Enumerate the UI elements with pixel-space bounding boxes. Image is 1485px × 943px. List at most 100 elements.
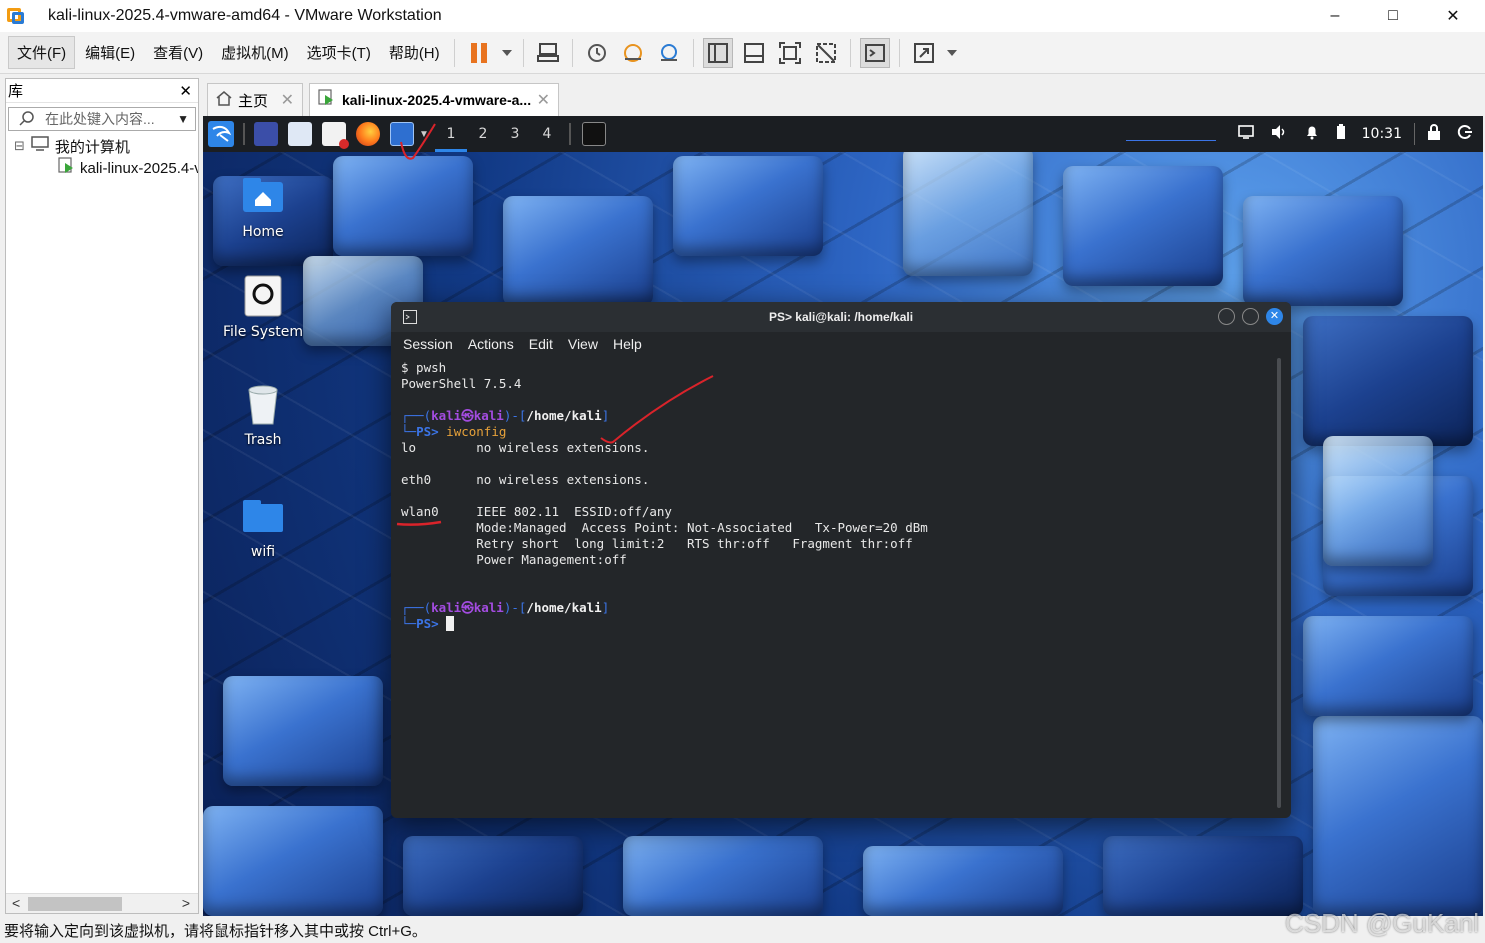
desktop-icon-file-system[interactable]: File System	[208, 274, 318, 340]
terminal-menu-edit[interactable]: Edit	[529, 336, 553, 352]
tab-home[interactable]: 主页 ✕	[207, 83, 303, 116]
revert-snapshot-icon[interactable]	[618, 38, 648, 68]
chevron-down-icon[interactable]	[500, 38, 514, 68]
pause-vm-button[interactable]	[464, 38, 494, 68]
workspace-2[interactable]: 2	[467, 116, 499, 152]
tab-close-icon[interactable]: ✕	[281, 90, 294, 110]
terminal-menu-actions[interactable]: Actions	[468, 336, 514, 352]
desktop-icon-label: wifi	[250, 544, 276, 560]
volume-icon[interactable]	[1270, 124, 1288, 144]
library-header: 库 ✕	[6, 79, 198, 103]
terminal-minimize-button[interactable]	[1218, 308, 1235, 325]
snapshot-manager-icon[interactable]	[654, 38, 684, 68]
close-button[interactable]: ✕	[1424, 0, 1482, 32]
tree-item-kali-vm[interactable]: kali-linux-2025.4-vmware-amd64	[6, 157, 198, 179]
library-close-icon[interactable]: ✕	[179, 82, 192, 100]
tree-expander-icon[interactable]: ⊟	[14, 138, 25, 154]
snapshot-icon[interactable]	[582, 38, 612, 68]
search-icon	[19, 110, 37, 129]
toolbar-separator	[692, 38, 694, 67]
scroll-right-icon[interactable]: >	[182, 895, 190, 911]
cpu-graph	[1125, 127, 1216, 141]
desktop-icon-label: Home	[242, 224, 284, 240]
terminal-menu-session[interactable]: Session	[403, 336, 453, 352]
notification-bell-icon[interactable]	[1304, 124, 1320, 144]
vm-running-icon	[58, 157, 76, 179]
show-library-icon[interactable]	[702, 37, 733, 68]
title-bar: kali-linux-2025.4-vmware-amd64 - VMware …	[0, 0, 1485, 32]
menu-view[interactable]: 查看(V)	[145, 37, 211, 68]
toolbar-separator	[571, 38, 573, 67]
lock-icon[interactable]	[1427, 124, 1441, 144]
desktop-icon-label: Trash	[244, 432, 282, 448]
full-screen-icon[interactable]	[775, 38, 805, 68]
terminal-menu-help[interactable]: Help	[613, 336, 642, 352]
menu-help[interactable]: 帮助(H)	[381, 37, 448, 68]
unity-mode-icon[interactable]	[811, 38, 841, 68]
workspace-3[interactable]: 3	[499, 116, 531, 152]
trash-icon	[241, 382, 285, 426]
toolbar-separator	[898, 38, 900, 67]
show-desktop-icon[interactable]	[254, 122, 278, 146]
text-cursor	[446, 616, 455, 631]
menu-file[interactable]: 文件(F)	[8, 36, 76, 69]
file-manager-icon[interactable]	[288, 122, 312, 146]
terminal-title: PS> kali@kali: /home/kali	[768, 310, 914, 324]
desktop-icon-home[interactable]: Home	[208, 174, 318, 240]
tab-close-icon[interactable]: ✕	[537, 90, 550, 110]
terminal-window-button[interactable]	[581, 122, 606, 146]
toolbar-separator	[522, 38, 524, 67]
wallpaper-cube	[1243, 196, 1403, 306]
text-editor-icon[interactable]	[322, 122, 349, 149]
desktop-icon-wifi[interactable]: wifi	[208, 494, 318, 560]
minimize-button[interactable]: –	[1306, 0, 1364, 32]
wallpaper-cube	[333, 156, 473, 256]
library-title: 库	[8, 83, 24, 100]
panel-clock[interactable]: 10:31	[1362, 126, 1402, 142]
menu-tabs[interactable]: 选项卡(T)	[299, 37, 379, 68]
network-icon[interactable]	[1237, 125, 1254, 143]
tab-kali-vm[interactable]: kali-linux-2025.4-vmware-a... ✕	[309, 83, 559, 116]
terminal-close-button[interactable]: ✕	[1266, 308, 1283, 325]
logout-icon[interactable]	[1457, 124, 1473, 144]
send-ctrl-alt-del-icon[interactable]	[533, 38, 563, 68]
wallpaper-cube	[1103, 836, 1303, 916]
tab-label: 主页	[238, 92, 269, 110]
menu-vm[interactable]: 虚拟机(M)	[213, 37, 297, 68]
terminal-maximize-button[interactable]	[1242, 308, 1259, 325]
console-view-icon[interactable]	[859, 37, 890, 68]
chevron-down-icon[interactable]	[945, 38, 959, 68]
wallpaper-cube	[863, 846, 1063, 916]
menu-edit[interactable]: 编辑(E)	[77, 37, 143, 68]
desktop-icon-label: File System	[222, 324, 304, 340]
command-line: └─PS>	[401, 616, 1261, 632]
wallpaper-cube	[623, 836, 823, 916]
terminal-scrollbar[interactable]	[1277, 358, 1281, 808]
maximize-button[interactable]: □	[1364, 0, 1422, 32]
wallpaper-cube	[1303, 316, 1473, 446]
panel-separator	[1414, 123, 1415, 145]
firefox-icon[interactable]	[356, 122, 380, 146]
stretch-guest-icon[interactable]	[909, 38, 939, 68]
library-search-input[interactable]: 在此处键入内容... ▼	[8, 107, 196, 131]
kali-menu-icon[interactable]	[208, 121, 234, 147]
desktop-icon-trash[interactable]: Trash	[208, 382, 318, 448]
annotation-underline	[396, 375, 714, 526]
terminal-app-icon	[403, 310, 417, 327]
terminal-window[interactable]: PS> kali@kali: /home/kali ✕ Session Acti…	[391, 302, 1291, 818]
library-horizontal-scrollbar[interactable]: < >	[6, 893, 198, 913]
library-panel: 库 ✕ 在此处键入内容... ▼ ⊟ 我的计算机 kali-linux-2025…	[5, 78, 199, 914]
terminal-titlebar[interactable]: PS> kali@kali: /home/kali ✕	[391, 302, 1291, 332]
window-title: kali-linux-2025.4-vmware-amd64 - VMware …	[48, 7, 442, 24]
scroll-left-icon[interactable]: <	[12, 895, 20, 911]
search-dropdown-icon[interactable]: ▼	[177, 112, 189, 126]
scrollbar-thumb[interactable]	[28, 897, 122, 911]
terminal-menu-view[interactable]: View	[568, 336, 598, 352]
vm-display[interactable]: ▼ 1 2 3 4 10:31 Home File System Trash w…	[203, 116, 1483, 916]
terminal-line: Power Management:off	[401, 552, 627, 567]
annotation-checkmark	[400, 123, 436, 160]
thumbnail-bar-icon[interactable]	[739, 38, 769, 68]
workspace-4[interactable]: 4	[531, 116, 563, 152]
wallpaper-cube	[1323, 436, 1433, 566]
tree-item-my-computer[interactable]: ⊟ 我的计算机	[6, 135, 198, 157]
